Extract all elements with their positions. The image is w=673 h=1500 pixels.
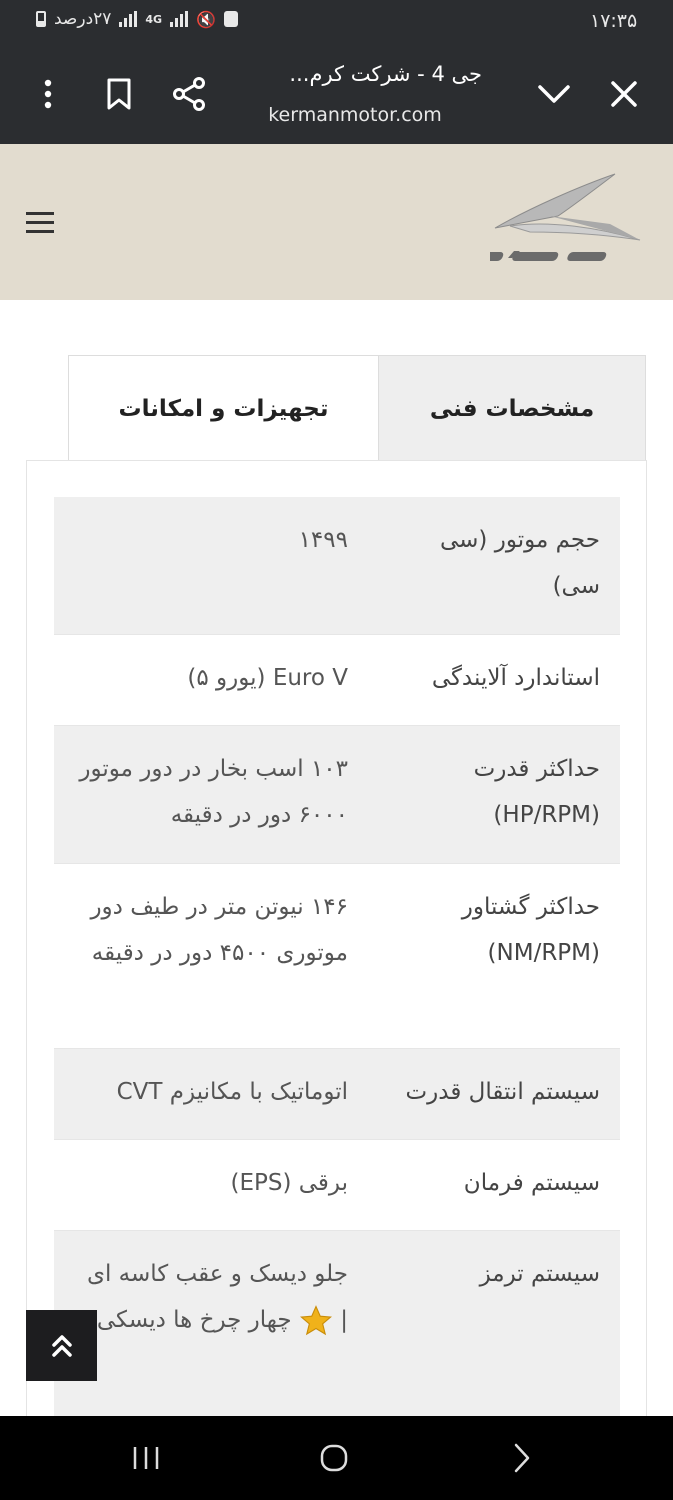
table-row: حداکثر گشتاور (NM/RPM) ۱۴۶ نیوتن متر در … xyxy=(54,864,620,1049)
notification-icon xyxy=(224,11,239,27)
spec-value: Euro V (یورو ۵) xyxy=(187,665,348,691)
table-row: سیستم فرمان برقی (EPS) xyxy=(54,1140,620,1231)
spec-value: برقی (EPS) xyxy=(230,1170,348,1196)
browser-toolbar: جی 4 - شرکت کرم... kermanmotor.com xyxy=(0,44,673,144)
battery-icon xyxy=(36,11,46,27)
table-row: سیستم انتقال قدرت اتوماتیک با مکانیزم CV… xyxy=(54,1049,620,1140)
status-time: ۱۷:۳۵ xyxy=(590,10,638,32)
spec-value: ۱۰۳ اسب بخار در دور موتور ۶۰۰۰ دور در دق… xyxy=(79,756,348,828)
close-icon[interactable] xyxy=(602,72,646,116)
spec-label: سیستم فرمان xyxy=(463,1170,600,1196)
site-header xyxy=(0,144,673,300)
spec-label: حجم موتور (سی سی) xyxy=(439,527,600,599)
signal-icon xyxy=(119,11,138,27)
spec-value: جلو دیسک و عقب کاسه ای | چهار چرخ ها دیس… xyxy=(73,1251,348,1343)
spec-label: حداکثر قدرت (HP/RPM) xyxy=(473,756,600,828)
url-text[interactable]: kermanmotor.com xyxy=(250,104,460,126)
menu-icon[interactable] xyxy=(22,208,58,238)
spec-value: ۱۴۶ نیوتن متر در طیف دور موتوری ۴۵۰۰ دور… xyxy=(90,894,348,966)
status-bar: ۲۷درصد 4G 🔇 ۱۷:۳۵ xyxy=(0,0,673,44)
spec-value: ۱۴۹۹ xyxy=(298,527,348,553)
kmc-logo[interactable] xyxy=(462,168,645,273)
double-chevron-up-icon xyxy=(51,1334,72,1357)
spec-panel: حجم موتور (سی سی) ۱۴۹۹ استاندارد آلایندگ… xyxy=(26,460,647,1431)
star-icon xyxy=(299,1304,333,1338)
spec-value: اتوماتیک با مکانیزم CVT xyxy=(116,1079,348,1105)
table-row: حداکثر قدرت (HP/RPM) ۱۰۳ اسب بخار در دور… xyxy=(54,726,620,864)
table-row: حجم موتور (سی سی) ۱۴۹۹ xyxy=(54,497,620,635)
table-row: سیستم ترمز جلو دیسک و عقب کاسه ای | چهار… xyxy=(54,1231,620,1431)
spec-label: سیستم ترمز xyxy=(479,1261,600,1287)
tab-technical-specs[interactable]: مشخصات فنی xyxy=(378,355,646,461)
share-icon[interactable] xyxy=(167,72,211,116)
more-options-icon[interactable] xyxy=(26,72,70,116)
system-nav-bar xyxy=(0,1416,673,1500)
home-icon[interactable] xyxy=(309,1436,359,1480)
status-icons: ۲۷درصد 4G 🔇 xyxy=(36,9,239,29)
page-title: جی 4 - شرکت کرم... xyxy=(289,62,482,86)
brake-value-part-2: چهار چرخ ها دیسکی xyxy=(96,1307,292,1333)
bookmark-icon[interactable] xyxy=(97,72,141,116)
spec-tabs: مشخصات فنی تجهیزات و امکانات xyxy=(68,355,646,461)
spec-label: استاندارد آلایندگی xyxy=(431,665,600,691)
mute-icon: 🔇 xyxy=(196,9,217,29)
spec-label: حداکثر گشتاور (NM/RPM) xyxy=(461,894,600,966)
chevron-down-icon[interactable] xyxy=(532,72,576,116)
spec-table: حجم موتور (سی سی) ۱۴۹۹ استاندارد آلایندگ… xyxy=(54,497,620,1431)
network-type: 4G xyxy=(145,12,163,26)
battery-text: ۲۷درصد xyxy=(54,9,112,29)
table-row: استاندارد آلایندگی Euro V (یورو ۵) xyxy=(54,635,620,726)
spec-label: سیستم انتقال قدرت xyxy=(405,1079,600,1105)
recent-apps-icon[interactable] xyxy=(121,1436,171,1480)
tab-equipment[interactable]: تجهیزات و امکانات xyxy=(68,355,379,461)
scroll-top-button[interactable] xyxy=(26,1310,97,1381)
signal-icon-2 xyxy=(170,11,189,27)
back-icon[interactable] xyxy=(497,1436,547,1480)
